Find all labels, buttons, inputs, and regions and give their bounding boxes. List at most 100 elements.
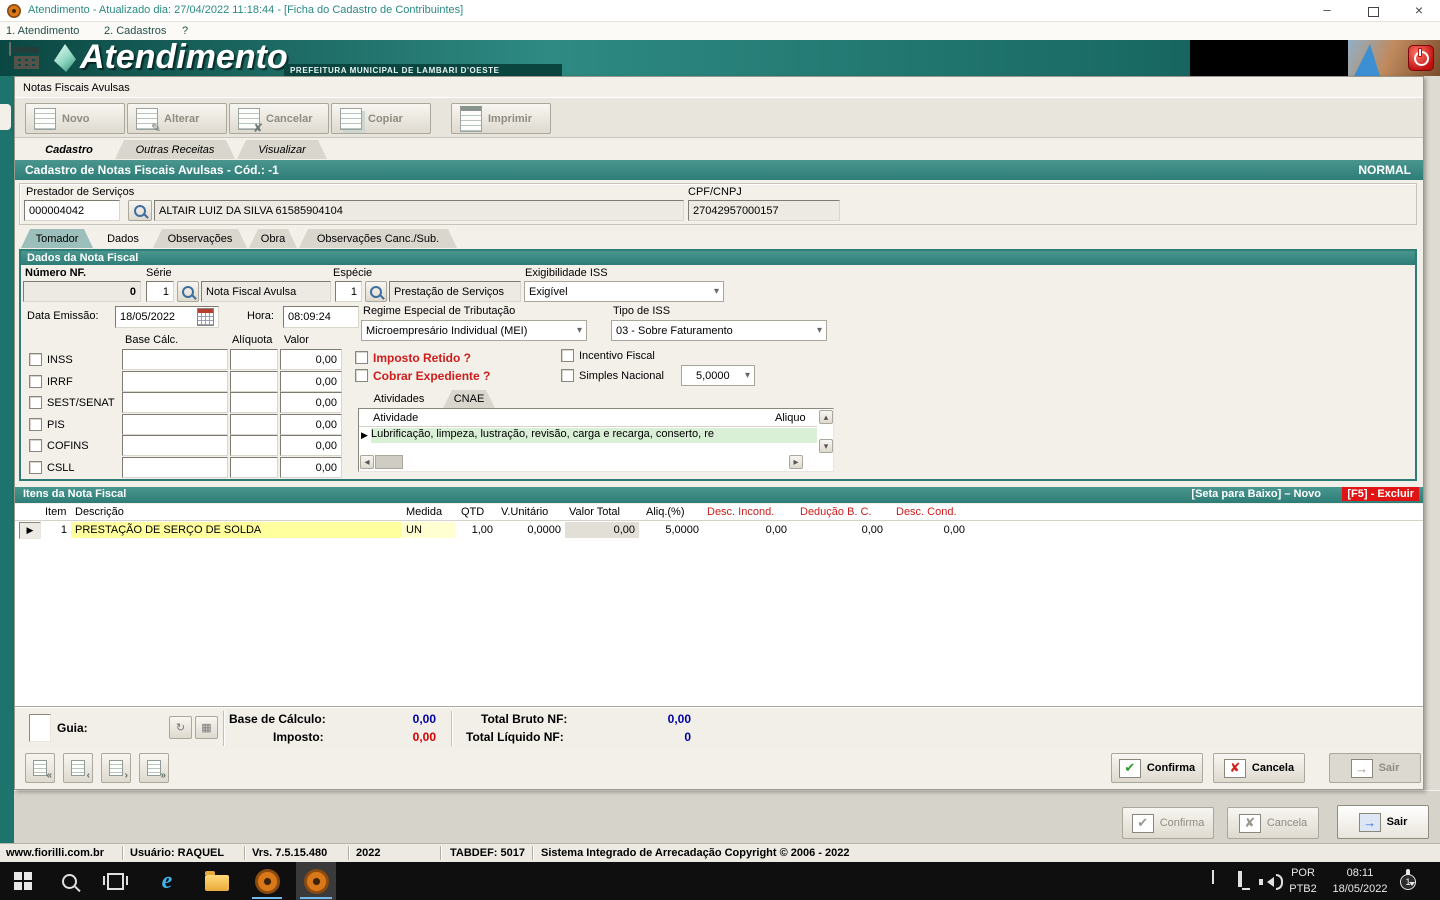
irrf-valor-field[interactable]: 0,00 bbox=[280, 371, 342, 392]
tray-language-button[interactable]: POR PTB2 bbox=[1285, 865, 1321, 897]
bg-confirma-button[interactable]: ✔ Confirma bbox=[1122, 807, 1214, 839]
imprimir-button[interactable]: Imprimir bbox=[451, 103, 551, 134]
especie-field[interactable]: 1 bbox=[335, 281, 362, 302]
imposto-retido-checkbox[interactable] bbox=[355, 351, 368, 364]
minimize-button[interactable]: – bbox=[1312, 2, 1342, 17]
bg-cancela-button[interactable]: ✘ Cancela bbox=[1227, 807, 1319, 839]
tab-cnae[interactable]: CNAE bbox=[443, 390, 495, 408]
irrf-base-field[interactable] bbox=[122, 371, 228, 392]
restore-button[interactable] bbox=[1358, 2, 1388, 17]
prestador-search-button[interactable] bbox=[128, 200, 152, 221]
inss-base-field[interactable] bbox=[122, 349, 228, 370]
task-view-button[interactable] bbox=[98, 864, 132, 898]
serie-field[interactable]: 1 bbox=[146, 281, 174, 302]
regime-select[interactable]: Microempresário Individual (MEI) ▾ bbox=[361, 320, 587, 341]
bg-sair-button[interactable]: → Sair bbox=[1337, 805, 1429, 839]
atividade-row[interactable]: Lubrificação, limpeza, lustração, revisã… bbox=[371, 428, 817, 443]
guia-print-button[interactable]: ▦ bbox=[195, 716, 218, 739]
tipo-iss-select[interactable]: 03 - Sobre Faturamento ▾ bbox=[611, 320, 827, 341]
menu-atendimento[interactable]: 1. Atendimento bbox=[6, 25, 79, 37]
cofins-base-field[interactable] bbox=[122, 435, 228, 456]
taskbar-search-button[interactable] bbox=[52, 864, 86, 898]
serie-search-button[interactable] bbox=[177, 281, 199, 302]
tab-outras-receitas[interactable]: Outras Receitas bbox=[115, 140, 235, 159]
tab-cadastro[interactable]: Cadastro bbox=[25, 140, 113, 159]
exigibilidade-select[interactable]: Exigível ▾ bbox=[524, 281, 724, 302]
tray-volume-button[interactable] bbox=[1259, 874, 1283, 890]
action-center-button[interactable]: 1 bbox=[1400, 869, 1432, 893]
sest-senat-base-field[interactable] bbox=[122, 392, 228, 413]
guia-recalc-button[interactable]: ↻ bbox=[169, 716, 192, 739]
nav-first-button[interactable]: « bbox=[25, 753, 55, 783]
cofins-valor-field[interactable]: 0,00 bbox=[280, 435, 342, 456]
especie-desc-field[interactable]: Prestação de Serviços bbox=[389, 281, 521, 302]
tray-clock-button[interactable]: 08:11 18/05/2022 bbox=[1324, 865, 1396, 897]
csll-valor-field[interactable]: 0,00 bbox=[280, 457, 342, 478]
menu-cadastros[interactable]: 2. Cadastros bbox=[104, 25, 166, 37]
csll-base-field[interactable] bbox=[122, 457, 228, 478]
cpf-cnpj-field[interactable]: 27042957000157 bbox=[688, 200, 840, 221]
taskbar-explorer-button[interactable] bbox=[200, 866, 234, 900]
pis-aliquota-field[interactable] bbox=[230, 414, 278, 435]
pis-checkbox[interactable] bbox=[29, 418, 42, 431]
calendar-icon[interactable] bbox=[197, 308, 214, 326]
prestador-name-field[interactable]: ALTAIR LUIZ DA SILVA 61585904104 bbox=[154, 200, 684, 221]
prestador-code-field[interactable]: 000004042 bbox=[24, 200, 120, 221]
inss-checkbox[interactable] bbox=[29, 353, 42, 366]
cobrar-expediente-checkbox[interactable] bbox=[355, 369, 368, 382]
irrf-aliquota-field[interactable] bbox=[230, 371, 278, 392]
csll-checkbox[interactable] bbox=[29, 461, 42, 474]
guia-checkbox[interactable] bbox=[29, 714, 51, 742]
scroll-right-button[interactable]: ▸ bbox=[789, 455, 803, 469]
serie-desc-field[interactable]: Nota Fiscal Avulsa bbox=[201, 281, 331, 302]
item-row[interactable]: ▶ 1 PRESTAÇÃO DE SERÇO DE SOLDA UN 1,00 … bbox=[15, 522, 1423, 540]
sest-senat-checkbox[interactable] bbox=[29, 396, 42, 409]
close-button[interactable]: × bbox=[1404, 2, 1434, 18]
cancela-button[interactable]: ✘ Cancela bbox=[1213, 753, 1305, 783]
simples-nacional-checkbox[interactable] bbox=[561, 369, 574, 382]
cofins-checkbox[interactable] bbox=[29, 439, 42, 452]
cofins-aliquota-field[interactable] bbox=[230, 435, 278, 456]
taskbar-app2-button[interactable] bbox=[296, 862, 336, 900]
data-emissao-field[interactable]: 18/05/2022 bbox=[115, 306, 219, 328]
tab-observacoes-canc[interactable]: Observações Canc./Sub. bbox=[299, 229, 457, 248]
tab-atividades[interactable]: Atividades bbox=[357, 390, 441, 408]
irrf-checkbox[interactable] bbox=[29, 375, 42, 388]
numero-nf-field[interactable]: 0 bbox=[23, 281, 141, 302]
sair-button[interactable]: → Sair bbox=[1329, 753, 1421, 783]
hora-field[interactable]: 08:09:24 bbox=[283, 306, 359, 328]
pis-base-field[interactable] bbox=[122, 414, 228, 435]
tab-tomador[interactable]: Tomador bbox=[21, 229, 93, 248]
tray-network-button[interactable] bbox=[1238, 871, 1242, 887]
simples-valor-select[interactable]: 5,0000 ▾ bbox=[681, 365, 755, 386]
menu-help[interactable]: ? bbox=[182, 25, 188, 37]
hscroll-thumb[interactable] bbox=[375, 455, 403, 469]
inss-valor-field[interactable]: 0,00 bbox=[280, 349, 342, 370]
novo-button[interactable]: Novo bbox=[25, 103, 125, 134]
tab-observacoes[interactable]: Observações bbox=[153, 229, 247, 248]
tab-obra[interactable]: Obra bbox=[249, 229, 297, 248]
alterar-button[interactable]: ✎ Alterar bbox=[127, 103, 227, 134]
nav-last-button[interactable]: » bbox=[139, 753, 169, 783]
scroll-left-button[interactable]: ◂ bbox=[360, 455, 374, 469]
scroll-down-button[interactable]: ▾ bbox=[819, 439, 833, 453]
taskbar-ie-button[interactable]: e bbox=[150, 864, 184, 898]
csll-aliquota-field[interactable] bbox=[230, 457, 278, 478]
incentivo-fiscal-checkbox[interactable] bbox=[561, 349, 574, 362]
sest-senat-aliquota-field[interactable] bbox=[230, 392, 278, 413]
taskbar-app1-button[interactable] bbox=[250, 864, 284, 898]
tray-expand-button[interactable] bbox=[1212, 870, 1228, 888]
tab-visualizar[interactable]: Visualizar bbox=[237, 140, 327, 159]
start-button[interactable] bbox=[6, 864, 40, 898]
nav-prev-button[interactable]: ‹ bbox=[63, 753, 93, 783]
inss-aliquota-field[interactable] bbox=[230, 349, 278, 370]
scroll-up-button[interactable]: ▴ bbox=[819, 410, 833, 424]
especie-search-button[interactable] bbox=[365, 281, 387, 302]
confirma-button[interactable]: ✔ Confirma bbox=[1111, 753, 1203, 783]
power-button[interactable] bbox=[1408, 45, 1434, 71]
nav-next-button[interactable]: › bbox=[101, 753, 131, 783]
tab-dados[interactable]: Dados bbox=[95, 229, 151, 248]
sest-senat-valor-field[interactable]: 0,00 bbox=[280, 392, 342, 413]
copiar-button[interactable]: Copiar bbox=[331, 103, 431, 134]
pis-valor-field[interactable]: 0,00 bbox=[280, 414, 342, 435]
